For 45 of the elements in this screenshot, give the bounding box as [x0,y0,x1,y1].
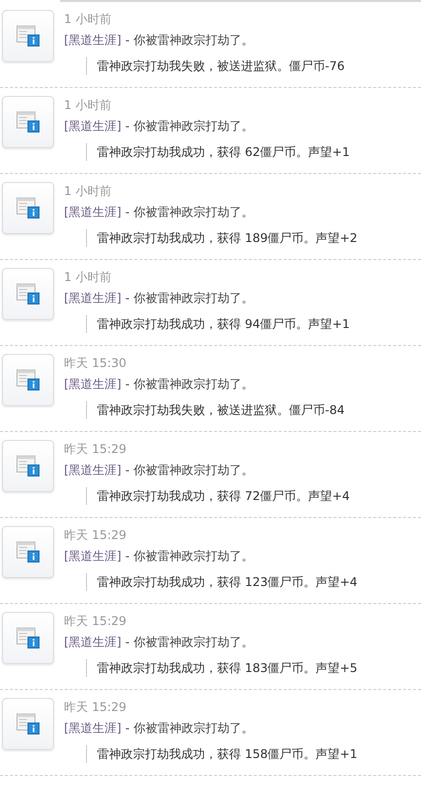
timestamp: 昨天 15:29 [64,527,126,543]
timestamp: 1 小时前 [64,97,112,113]
info-window-icon [16,712,40,736]
info-window-icon [16,454,40,478]
info-window-icon [16,282,40,306]
category-link[interactable]: [黑道生涯] [64,549,122,563]
detail-quote: 雷神政宗打劫我成功，获得 158僵尸币。声望+1 [86,745,358,763]
info-window-icon [16,110,40,134]
category-link[interactable]: [黑道生涯] [64,33,122,47]
info-window-icon [16,196,40,220]
detail-quote: 雷神政宗打劫我成功，获得 189僵尸币。声望+2 [86,229,358,247]
info-window-icon [16,540,40,564]
notification-message: [黑道生涯] - 你被雷神政宗打劫了。 [64,548,254,564]
info-window-icon [16,368,40,392]
category-link[interactable]: [黑道生涯] [64,635,122,649]
category-link[interactable]: [黑道生涯] [64,377,122,391]
notification-message: [黑道生涯] - 你被雷神政宗打劫了。 [64,204,254,220]
category-link[interactable]: [黑道生涯] [64,463,122,477]
detail-quote: 雷神政宗打劫我成功，获得 123僵尸币。声望+4 [86,573,358,591]
notification-message: [黑道生涯] - 你被雷神政宗打劫了。 [64,462,254,478]
notification-message: [黑道生涯] - 你被雷神政宗打劫了。 [64,634,254,650]
notification-message: [黑道生涯] - 你被雷神政宗打劫了。 [64,290,254,306]
timestamp: 1 小时前 [64,183,112,199]
timestamp: 昨天 15:29 [64,613,126,629]
timestamp: 昨天 15:29 [64,441,126,457]
detail-quote: 雷神政宗打劫我成功，获得 72僵尸币。声望+4 [86,487,350,505]
detail-quote: 雷神政宗打劫我成功，获得 62僵尸币。声望+1 [86,143,350,161]
category-link[interactable]: [黑道生涯] [64,721,122,735]
detail-quote: 雷神政宗打劫我失败，被送进监狱。僵尸币-76 [86,57,345,75]
timestamp: 1 小时前 [64,269,112,285]
timestamp: 昨天 15:30 [64,355,126,371]
timestamp: 1 小时前 [64,11,112,27]
category-link[interactable]: [黑道生涯] [64,205,122,219]
detail-quote: 雷神政宗打劫我成功，获得 183僵尸币。声望+5 [86,659,358,677]
info-window-icon [16,24,40,48]
notification-message: [黑道生涯] - 你被雷神政宗打劫了。 [64,118,254,134]
detail-quote: 雷神政宗打劫我成功，获得 94僵尸币。声望+1 [86,315,350,333]
category-link[interactable]: [黑道生涯] [64,291,122,305]
timestamp: 昨天 15:29 [64,699,126,715]
notification-message: [黑道生涯] - 你被雷神政宗打劫了。 [64,720,254,736]
info-window-icon [16,626,40,650]
category-link[interactable]: [黑道生涯] [64,119,122,133]
detail-quote: 雷神政宗打劫我失败，被送进监狱。僵尸币-84 [86,401,345,419]
notification-message: [黑道生涯] - 你被雷神政宗打劫了。 [64,376,254,392]
notification-message: [黑道生涯] - 你被雷神政宗打劫了。 [64,32,254,48]
